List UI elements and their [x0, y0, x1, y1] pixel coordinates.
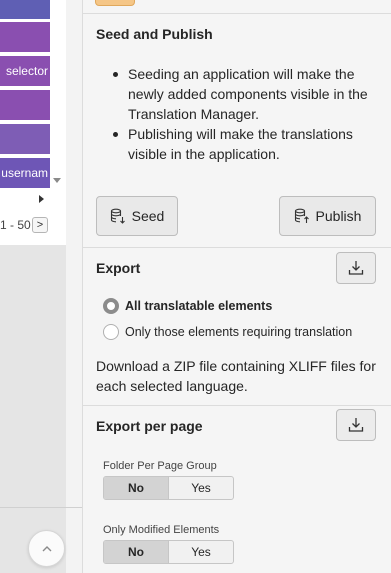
radio-label: All translatable elements [125, 299, 273, 313]
folder-per-page-label: Folder Per Page Group [103, 460, 217, 472]
divider [83, 13, 391, 14]
export-per-page-download-button[interactable] [336, 409, 376, 441]
truncated-button[interactable] [95, 0, 135, 6]
scroll-right-arrow-icon[interactable] [39, 195, 44, 203]
divider [0, 507, 82, 508]
toggle-option-yes[interactable]: Yes [169, 541, 233, 563]
actions-panel: Seed and Publish Seeding an application … [82, 0, 391, 573]
seed-publish-title: Seed and Publish [96, 26, 213, 42]
export-title: Export [96, 260, 141, 276]
toggle-option-yes[interactable]: Yes [169, 477, 233, 499]
export-per-page-title: Export per page [96, 418, 203, 434]
toggle-option-no[interactable]: No [104, 477, 169, 499]
toggle-option-no[interactable]: No [104, 541, 169, 563]
database-up-icon [294, 208, 309, 223]
export-option-requiring[interactable]: Only those elements requiring translatio… [103, 324, 352, 340]
seed-button-label: Seed [131, 208, 165, 224]
export-option-all[interactable]: All translatable elements [103, 298, 272, 314]
bullet-item: Seeding an application will make the new… [110, 64, 370, 124]
bullet-item: Publishing will make the translations vi… [110, 124, 370, 164]
radio-button[interactable] [103, 298, 119, 314]
grid-cell[interactable] [0, 124, 50, 154]
grid-cell[interactable] [0, 22, 50, 52]
scroll-down-arrow-icon[interactable] [53, 178, 61, 183]
grid-cell[interactable] [0, 90, 50, 120]
publish-button-label: Publish [315, 208, 362, 224]
grid-cell[interactable]: r usernam [0, 158, 50, 188]
only-modified-label: Only Modified Elements [103, 524, 220, 536]
scroll-to-top-button[interactable] [28, 530, 65, 567]
divider [83, 405, 391, 406]
publish-button[interactable]: Publish [279, 196, 376, 236]
download-icon [348, 418, 364, 432]
grid-cell[interactable]: selector [0, 56, 50, 86]
export-download-button[interactable] [336, 252, 376, 284]
seed-button[interactable]: Seed [96, 196, 178, 236]
download-icon [348, 261, 364, 275]
database-down-icon [110, 208, 125, 224]
radio-button[interactable] [103, 324, 119, 340]
folder-per-page-toggle[interactable]: No Yes [103, 476, 234, 500]
only-modified-toggle[interactable]: No Yes [103, 540, 234, 564]
radio-label: Only those elements requiring translatio… [125, 325, 353, 339]
seed-publish-notes: Seeding an application will make the new… [110, 64, 370, 164]
divider [83, 247, 391, 248]
pagination-range: 1 - 50 [0, 218, 31, 232]
export-description: Download a ZIP file containing XLIFF fil… [96, 358, 376, 394]
next-page-button[interactable]: > [32, 217, 48, 233]
grid-card: selector r usernam 1 - 50 > [0, 0, 66, 245]
grid-cell[interactable] [0, 0, 50, 19]
grid-panel: selector r usernam 1 - 50 > [0, 0, 82, 573]
chevron-up-icon [42, 546, 51, 552]
